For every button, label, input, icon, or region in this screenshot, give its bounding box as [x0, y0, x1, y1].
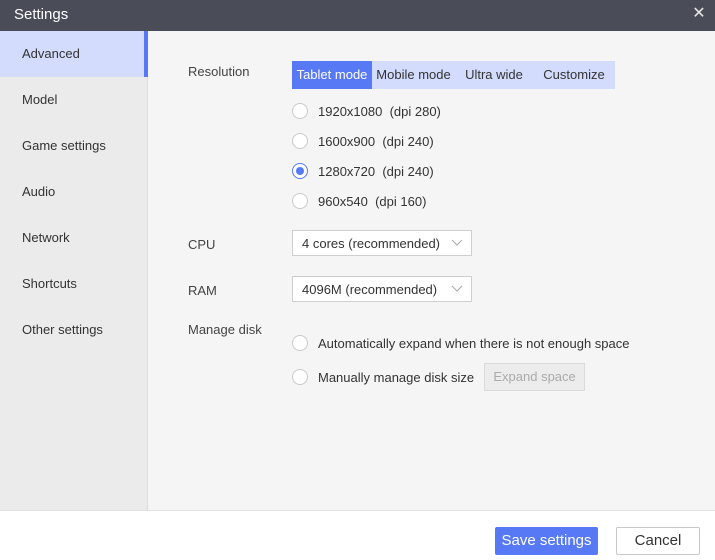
cancel-button[interactable]: Cancel	[616, 527, 700, 555]
window-title: Settings	[14, 6, 69, 23]
radio-button[interactable]	[292, 193, 308, 209]
ram-select-value: 4096M (recommended)	[302, 282, 438, 297]
sidebar-item-advanced[interactable]: Advanced	[0, 31, 148, 77]
sidebar-item-other-settings[interactable]: Other settings	[0, 307, 147, 353]
radio-label: 960x540 (dpi 160)	[318, 193, 427, 209]
resolution-option-960x540[interactable]: 960x540 (dpi 160)	[292, 191, 426, 211]
cpu-select[interactable]: 4 cores (recommended)	[292, 230, 472, 256]
resolution-option-1920x1080[interactable]: 1920x1080 (dpi 280)	[292, 101, 441, 121]
resolution-option-1600x900[interactable]: 1600x900 (dpi 240)	[292, 131, 434, 151]
ram-label: RAM	[188, 283, 217, 298]
chevron-down-icon	[451, 239, 463, 246]
radio-label: 1280x720 (dpi 240)	[318, 163, 434, 179]
cpu-select-value: 4 cores (recommended)	[302, 236, 440, 251]
radio-button[interactable]	[292, 133, 308, 149]
manage-disk-label: Manage disk	[188, 322, 262, 337]
resolution-mode-tabs: Tablet mode Mobile mode Ultra wide Custo…	[292, 61, 615, 89]
radio-button[interactable]	[292, 335, 308, 351]
tab-mobile-mode[interactable]: Mobile mode	[372, 61, 455, 89]
radio-label: Automatically expand when there is not e…	[318, 335, 630, 351]
footer: Save settings Cancel	[0, 510, 715, 560]
sidebar-item-model[interactable]: Model	[0, 77, 147, 123]
tab-tablet-mode[interactable]: Tablet mode	[292, 61, 372, 89]
sidebar-item-game-settings[interactable]: Game settings	[0, 123, 147, 169]
radio-label: 1920x1080 (dpi 280)	[318, 103, 441, 119]
chevron-down-icon	[451, 285, 463, 292]
save-settings-button[interactable]: Save settings	[495, 527, 598, 555]
close-icon[interactable]: ✕	[691, 4, 707, 24]
cpu-label: CPU	[188, 237, 216, 252]
disk-option-manual[interactable]: Manually manage disk size Expand space	[292, 363, 586, 391]
expand-space-button[interactable]: Expand space	[484, 363, 586, 391]
sidebar-item-shortcuts[interactable]: Shortcuts	[0, 261, 147, 307]
radio-button[interactable]	[292, 369, 308, 385]
settings-panel: Resolution Tablet mode Mobile mode Ultra…	[149, 31, 715, 510]
radio-label: 1600x900 (dpi 240)	[318, 133, 434, 149]
title-bar: Settings ✕	[0, 0, 715, 31]
tab-ultra-wide[interactable]: Ultra wide	[455, 61, 533, 89]
resolution-option-1280x720[interactable]: 1280x720 (dpi 240)	[292, 161, 434, 181]
radio-button-selected[interactable]	[292, 163, 308, 179]
sidebar-item-audio[interactable]: Audio	[0, 169, 147, 215]
tab-customize[interactable]: Customize	[533, 61, 615, 89]
radio-button[interactable]	[292, 103, 308, 119]
radio-label: Manually manage disk size	[318, 369, 475, 385]
ram-select[interactable]: 4096M (recommended)	[292, 276, 472, 302]
resolution-label: Resolution	[188, 64, 250, 79]
sidebar-item-network[interactable]: Network	[0, 215, 147, 261]
disk-option-auto-expand[interactable]: Automatically expand when there is not e…	[292, 333, 629, 353]
sidebar: Advanced Model Game settings Audio Netwo…	[0, 31, 148, 510]
